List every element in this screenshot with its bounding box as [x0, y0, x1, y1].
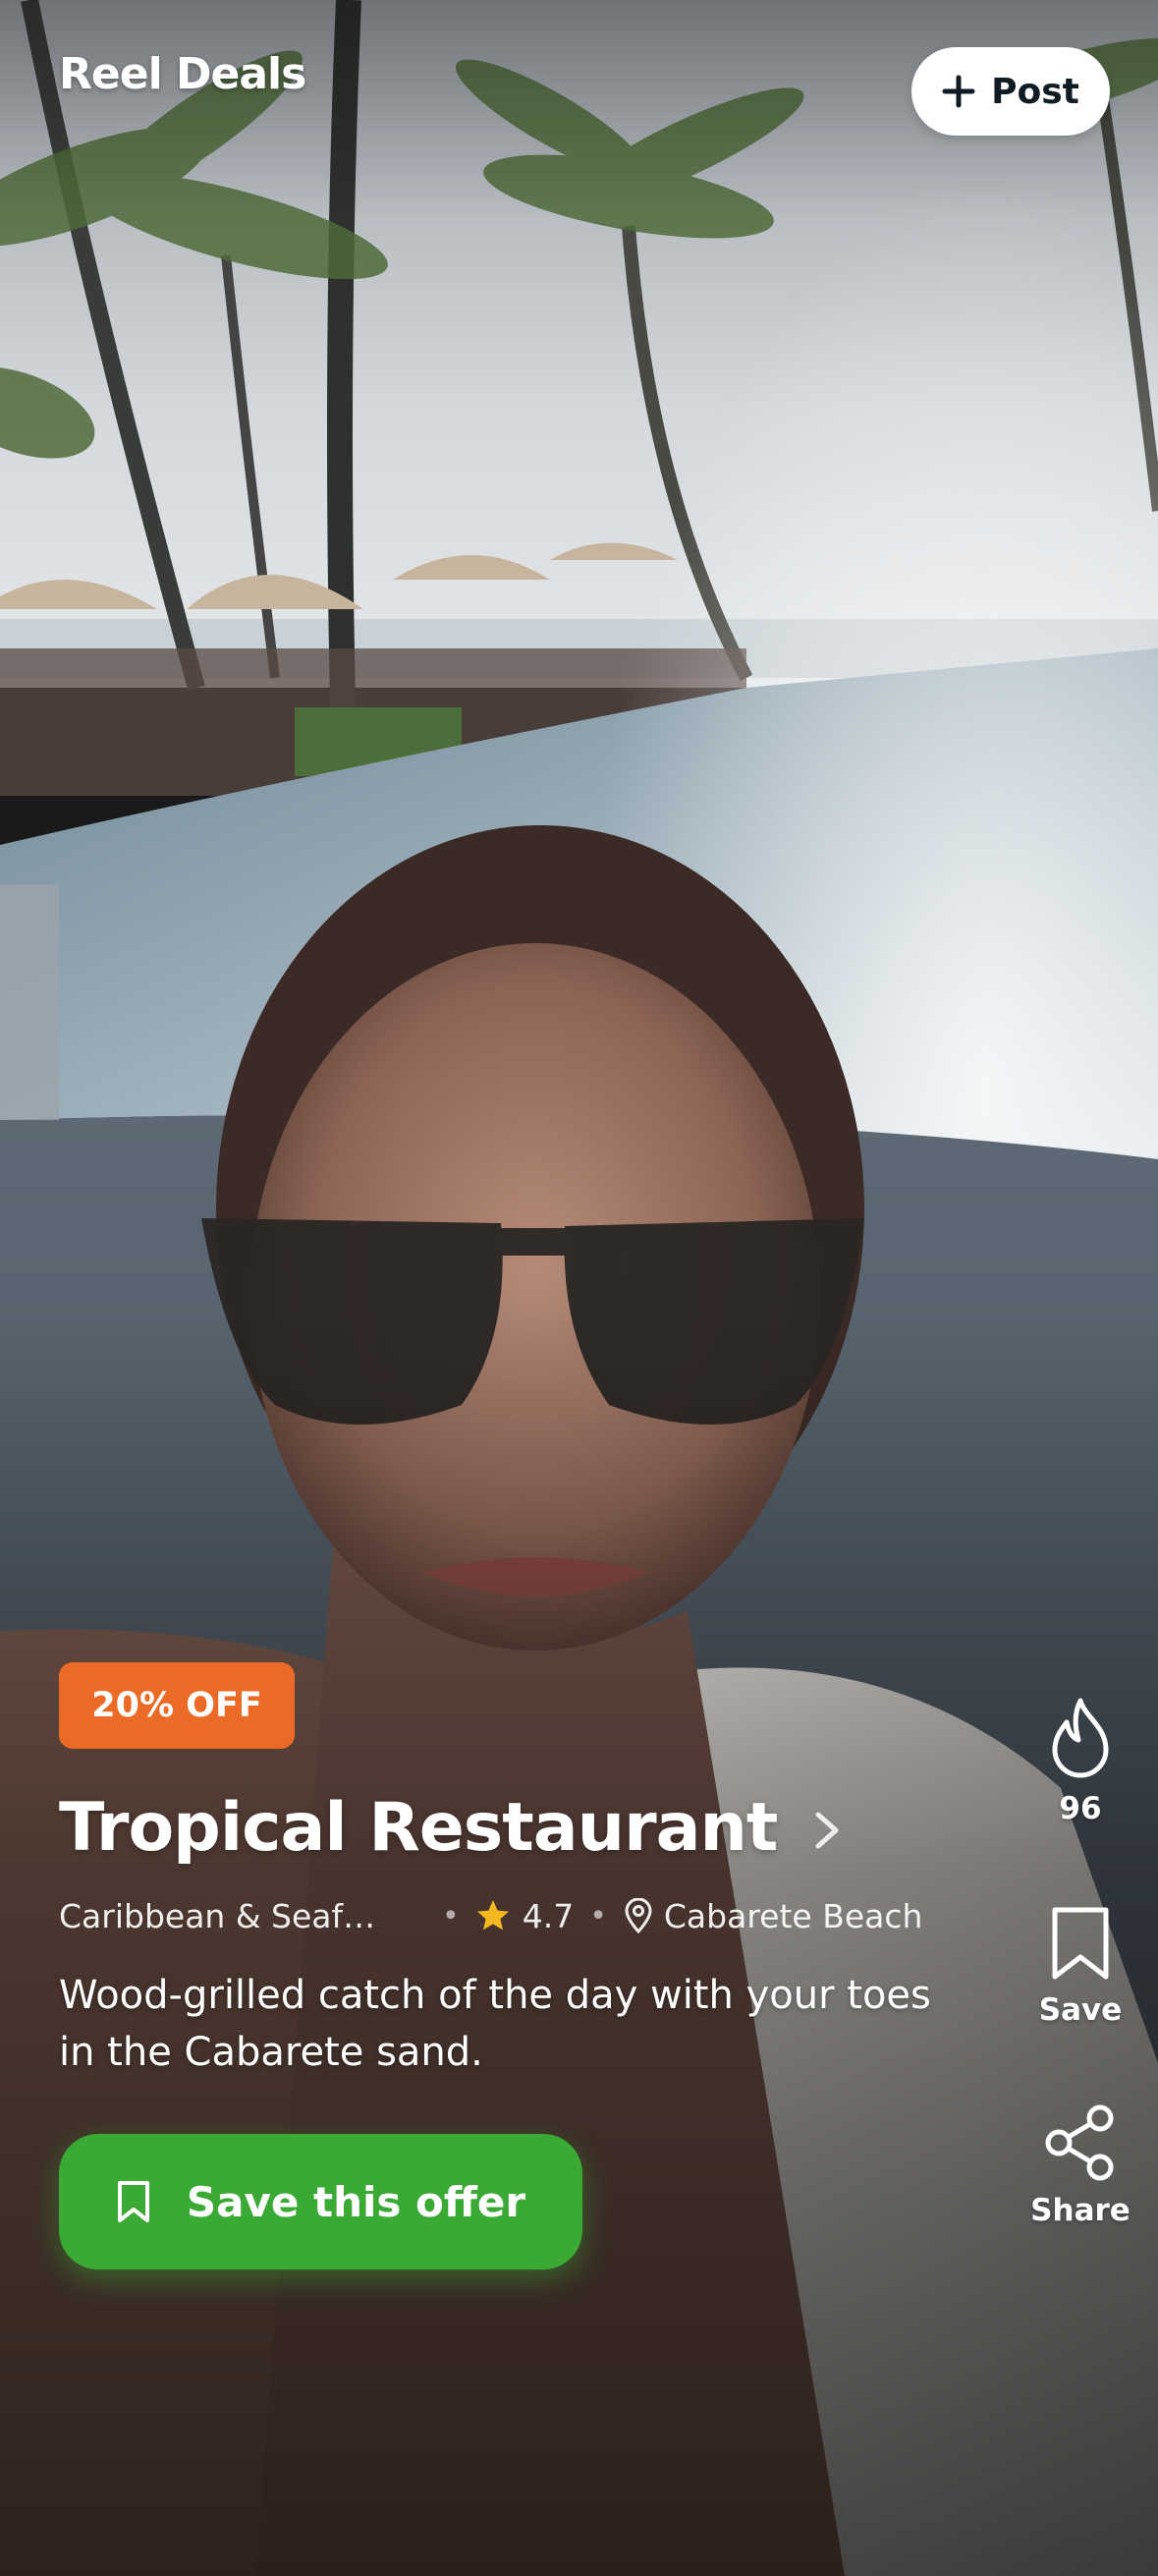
plus-icon	[942, 75, 975, 108]
fire-reaction-button[interactable]: 96	[1012, 1695, 1149, 1826]
chevron-right-icon	[815, 1812, 839, 1849]
save-button[interactable]: Save	[1012, 1904, 1149, 2028]
restaurant-title: Tropical Restaurant	[59, 1788, 778, 1867]
save-offer-label: Save this offer	[186, 2177, 526, 2226]
save-label: Save	[1038, 1992, 1123, 2028]
meta-separator: •	[442, 1898, 460, 1933]
rating-value: 4.7	[522, 1896, 575, 1935]
offer-description: Wood-grilled catch of the day with your …	[59, 1973, 931, 2075]
restaurant-meta: Caribbean & Seaf… • 4.7 • Cabarete Beach	[59, 1890, 922, 1941]
fire-count: 96	[1059, 1791, 1102, 1826]
discount-badge: 20% OFF	[59, 1662, 295, 1749]
location-pin-icon	[625, 1898, 652, 1933]
brand-logo: Reel Deals	[59, 49, 306, 99]
location-name: Cabarete Beach	[663, 1896, 923, 1935]
cuisine-category: Caribbean & Seaf…	[59, 1896, 376, 1935]
fire-icon	[1052, 1698, 1109, 1778]
meta-separator: •	[589, 1898, 607, 1933]
star-icon	[476, 1900, 509, 1931]
share-button[interactable]: Share	[1012, 2102, 1149, 2228]
bookmark-icon	[1052, 1907, 1109, 1980]
post-button-label: Post	[991, 71, 1079, 112]
save-offer-button[interactable]: Save this offer	[59, 2134, 582, 2269]
restaurant-title-link[interactable]: Tropical Restaurant	[59, 1783, 844, 1872]
bookmark-icon	[117, 2181, 149, 2222]
share-icon	[1045, 2104, 1114, 2181]
share-label: Share	[1030, 2193, 1130, 2228]
post-button[interactable]: Post	[911, 47, 1110, 136]
